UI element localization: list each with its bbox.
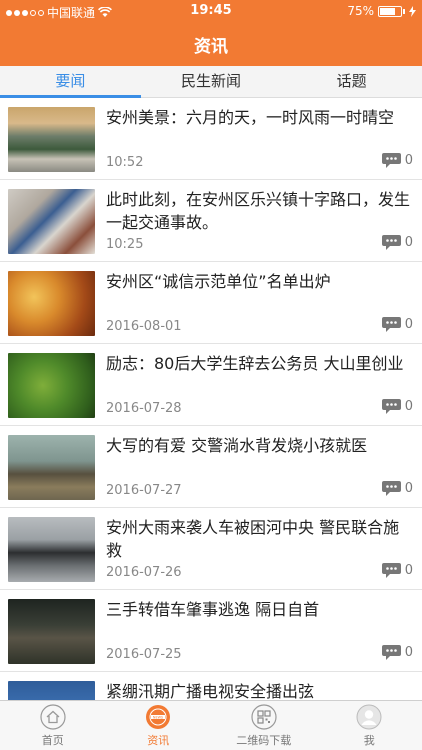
news-item[interactable]: 紧绷汛期广播电视安全播出弦 [0, 672, 422, 700]
comment-icon [381, 481, 401, 496]
news-thumbnail [8, 599, 95, 664]
news-thumbnail [8, 189, 95, 254]
comment-count: 0 [381, 317, 413, 332]
news-date: 2016-08-01 [106, 319, 182, 334]
comment-number: 0 [404, 563, 413, 578]
bottom-tab-bar: 首页 NEWS 资讯 二维码下载 我 [0, 700, 422, 750]
news-title: 安州区“诚信示范单位”名单出炉 [106, 272, 331, 291]
news-thumbnail [8, 517, 95, 582]
comment-icon [381, 645, 401, 660]
comment-number: 0 [404, 317, 413, 332]
comment-number: 0 [404, 153, 413, 168]
tab-me-label: 我 [363, 733, 375, 747]
tab-bar-top: 要闻 民生新闻 话题 [0, 66, 422, 98]
news-title: 安州美景：六月的天，一时风雨一时晴空 [106, 108, 395, 127]
news-item[interactable]: 三手转借车肇事逃逸 隔日自首 2016-07-25 0 [0, 590, 422, 672]
news-thumbnail [8, 271, 95, 336]
home-icon [40, 703, 66, 730]
svg-text:NEWS: NEWS [153, 715, 163, 719]
news-thumbnail [8, 681, 95, 700]
comment-count: 0 [381, 153, 413, 168]
comment-count: 0 [381, 481, 413, 496]
news-title: 大写的有爱 交警淌水背发烧小孩就医 [106, 436, 368, 455]
user-icon [356, 704, 382, 729]
tab-local-news[interactable]: 民生新闻 [141, 66, 282, 97]
tab-qrcode-label: 二维码下载 [236, 733, 292, 747]
tab-news[interactable]: NEWS 资讯 [106, 701, 212, 750]
comment-count: 0 [381, 399, 413, 414]
news-title: 安州大雨来袭人车被困河中央 警民联合施救 [106, 518, 400, 560]
news-item[interactable]: 安州美景：六月的天，一时风雨一时晴空 10:52 0 [0, 98, 422, 180]
news-item[interactable]: 励志：80后大学生辞去公务员 大山里创业 2016-07-28 0 [0, 344, 422, 426]
news-thumbnail [8, 353, 95, 418]
tab-qrcode[interactable]: 二维码下载 [211, 701, 317, 750]
nav-bar: 资讯 [0, 22, 422, 66]
comment-icon [381, 563, 401, 578]
news-date: 10:52 [106, 155, 144, 170]
news-thumbnail [8, 107, 95, 172]
tab-topics[interactable]: 话题 [281, 66, 422, 97]
news-item[interactable]: 安州区“诚信示范单位”名单出炉 2016-08-01 0 [0, 262, 422, 344]
tab-me[interactable]: 我 [317, 701, 422, 750]
comment-icon [381, 317, 401, 332]
news-date: 2016-07-28 [106, 401, 182, 416]
news-icon: NEWS [146, 704, 171, 729]
news-item[interactable]: 大写的有爱 交警淌水背发烧小孩就医 2016-07-27 0 [0, 426, 422, 508]
qrcode-icon [251, 703, 277, 730]
charging-icon [409, 5, 416, 17]
battery-icon [378, 5, 402, 17]
tab-news-label: 资讯 [147, 733, 170, 747]
tab-headlines[interactable]: 要闻 [0, 66, 141, 98]
news-date: 2016-07-26 [106, 565, 182, 580]
comment-number: 0 [404, 481, 413, 496]
battery-info: 75% [347, 4, 416, 18]
comment-count: 0 [381, 645, 413, 660]
news-title: 三手转借车肇事逃逸 隔日自首 [106, 600, 320, 619]
news-title: 此时此刻，在安州区乐兴镇十字路口，发生一起交通事故。 [106, 190, 410, 232]
comment-count: 0 [381, 235, 413, 250]
comment-icon [381, 399, 401, 414]
news-date: 2016-07-25 [106, 647, 182, 662]
comment-count: 0 [381, 563, 413, 578]
news-date: 2016-07-27 [106, 483, 182, 498]
status-bar: 中国联通 19:45 75% [0, 0, 422, 22]
news-item[interactable]: 安州大雨来袭人车被困河中央 警民联合施救 2016-07-26 0 [0, 508, 422, 590]
news-date: 10:25 [106, 237, 144, 252]
page-title: 资讯 [194, 36, 228, 57]
news-title: 励志：80后大学生辞去公务员 大山里创业 [106, 354, 404, 373]
tab-home-label: 首页 [41, 733, 64, 747]
news-title: 紧绷汛期广播电视安全播出弦 [106, 682, 315, 700]
comment-icon [381, 235, 401, 250]
comment-number: 0 [404, 645, 413, 660]
battery-percent: 75% [347, 4, 374, 18]
comment-icon [381, 153, 401, 168]
news-thumbnail [8, 435, 95, 500]
comment-number: 0 [404, 235, 413, 250]
news-item[interactable]: 此时此刻，在安州区乐兴镇十字路口，发生一起交通事故。 10:25 0 [0, 180, 422, 262]
news-list: 安州美景：六月的天，一时风雨一时晴空 10:52 0 此时此刻，在安州区乐兴镇十… [0, 98, 422, 700]
tab-home[interactable]: 首页 [0, 701, 106, 750]
comment-number: 0 [404, 399, 413, 414]
